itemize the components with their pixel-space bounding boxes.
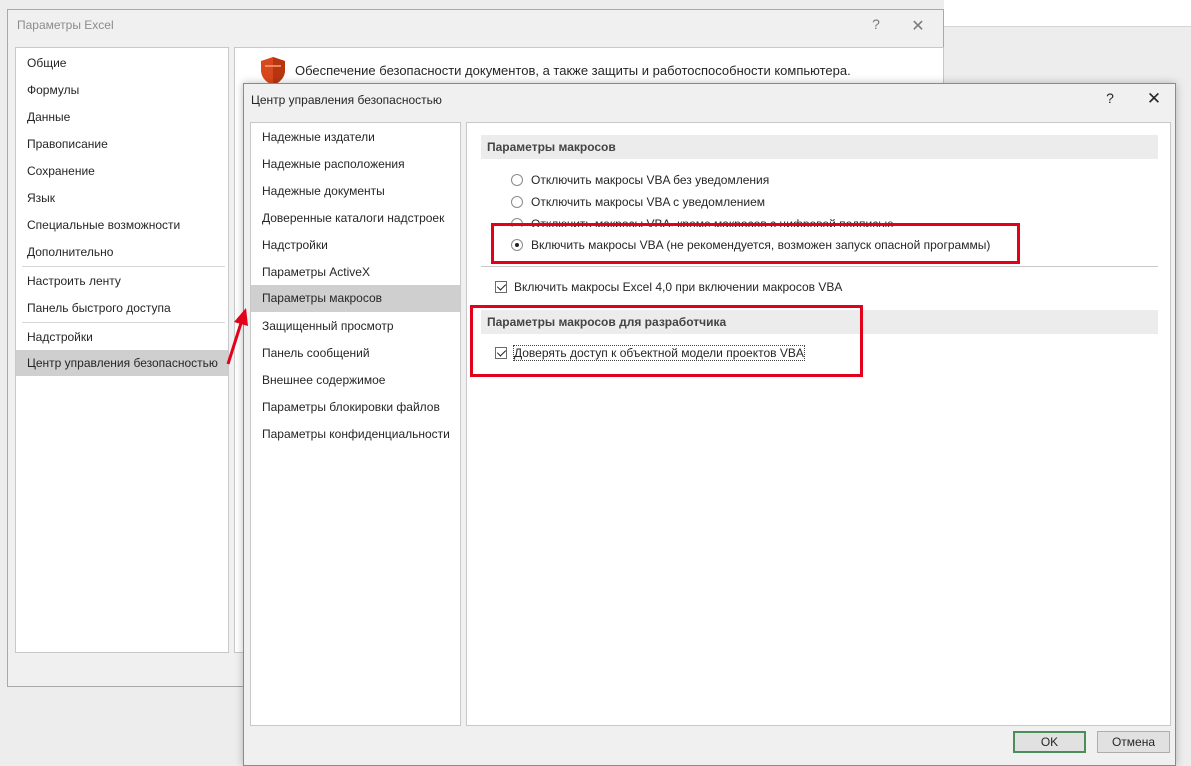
checkbox-label: Включить макросы Excel 4,0 при включении…: [514, 280, 843, 294]
radio-label: Отключить макросы VBA без уведомления: [531, 173, 770, 187]
tc-nav-file-block-settings[interactable]: Параметры блокировки файлов: [262, 397, 440, 417]
tc-nav-message-bar[interactable]: Панель сообщений: [262, 343, 370, 363]
radio-disable-with-notification[interactable]: Отключить макросы VBA с уведомлением: [511, 193, 765, 211]
tc-nav-activex-settings[interactable]: Параметры ActiveX: [262, 262, 370, 282]
tc-nav-protected-view[interactable]: Защищенный просмотр: [262, 316, 394, 336]
excel-options-nav: Общие Формулы Данные Правописание Сохран…: [15, 47, 229, 653]
nav-separator: [22, 266, 225, 267]
radio-button[interactable]: [511, 174, 523, 186]
checkbox-enable-excel4-macros[interactable]: Включить макросы Excel 4,0 при включении…: [495, 278, 842, 296]
cancel-button[interactable]: Отмена: [1097, 731, 1170, 753]
background-window-strip: [944, 0, 1191, 27]
radio-label: Отключить макросы VBA с уведомлением: [531, 195, 765, 209]
tc-nav-trusted-locations[interactable]: Надежные расположения: [262, 154, 405, 174]
nav-item-accessibility[interactable]: Специальные возможности: [27, 215, 180, 235]
tc-nav-macro-settings[interactable]: Параметры макросов: [251, 285, 460, 312]
nav-item-quick-access-toolbar[interactable]: Панель быстрого доступа: [27, 298, 171, 318]
trust-center-nav: Надежные издатели Надежные расположения …: [250, 122, 461, 726]
macro-settings-panel: Параметры макросов Отключить макросы VBA…: [466, 122, 1171, 726]
trust-center-description: Обеспечение безопасности документов, а т…: [295, 63, 851, 78]
trust-center-close-button[interactable]: ✕: [1145, 89, 1163, 109]
nav-item-formulas[interactable]: Формулы: [27, 80, 79, 100]
section-divider: [481, 266, 1158, 267]
radio-disable-no-notification[interactable]: Отключить макросы VBA без уведомления: [511, 171, 769, 189]
tc-nav-external-content[interactable]: Внешнее содержимое: [262, 370, 385, 390]
annotation-arrow-icon: [226, 308, 248, 365]
nav-item-advanced[interactable]: Дополнительно: [27, 242, 113, 262]
annotation-highlight-enable-macros: [491, 223, 1020, 264]
ok-button[interactable]: OK: [1013, 731, 1086, 753]
checkbox[interactable]: [495, 281, 507, 293]
tc-nav-trusted-addin-catalogs[interactable]: Доверенные каталоги надстроек: [262, 208, 444, 228]
nav-separator: [22, 322, 225, 323]
shield-icon: [261, 57, 285, 85]
nav-item-trust-center[interactable]: Центр управления безопасностью: [16, 350, 228, 376]
radio-button[interactable]: [511, 196, 523, 208]
tc-nav-trusted-documents[interactable]: Надежные документы: [262, 181, 385, 201]
trust-center-title: Центр управления безопасностью: [251, 93, 442, 107]
nav-item-data[interactable]: Данные: [27, 107, 70, 127]
annotation-highlight-developer-settings: [470, 305, 863, 377]
excel-options-title: Параметры Excel: [17, 18, 114, 32]
nav-item-language[interactable]: Язык: [27, 188, 55, 208]
tc-nav-privacy-options[interactable]: Параметры конфиденциальности: [262, 424, 450, 444]
trust-center-help-button[interactable]: ?: [1102, 90, 1118, 106]
nav-item-addins[interactable]: Надстройки: [27, 327, 93, 347]
nav-item-general[interactable]: Общие: [27, 53, 66, 73]
excel-options-help-button[interactable]: ?: [868, 16, 884, 32]
nav-item-save[interactable]: Сохранение: [27, 161, 95, 181]
excel-options-close-button[interactable]: ✕: [910, 16, 926, 36]
nav-item-proofing[interactable]: Правописание: [27, 134, 108, 154]
nav-item-customize-ribbon[interactable]: Настроить ленту: [27, 271, 121, 291]
tc-nav-trusted-publishers[interactable]: Надежные издатели: [262, 127, 375, 147]
tc-nav-addins[interactable]: Надстройки: [262, 235, 328, 255]
trust-center-dialog: Центр управления безопасностью ? ✕ Надеж…: [243, 83, 1176, 766]
macro-settings-header: Параметры макросов: [481, 135, 1158, 159]
